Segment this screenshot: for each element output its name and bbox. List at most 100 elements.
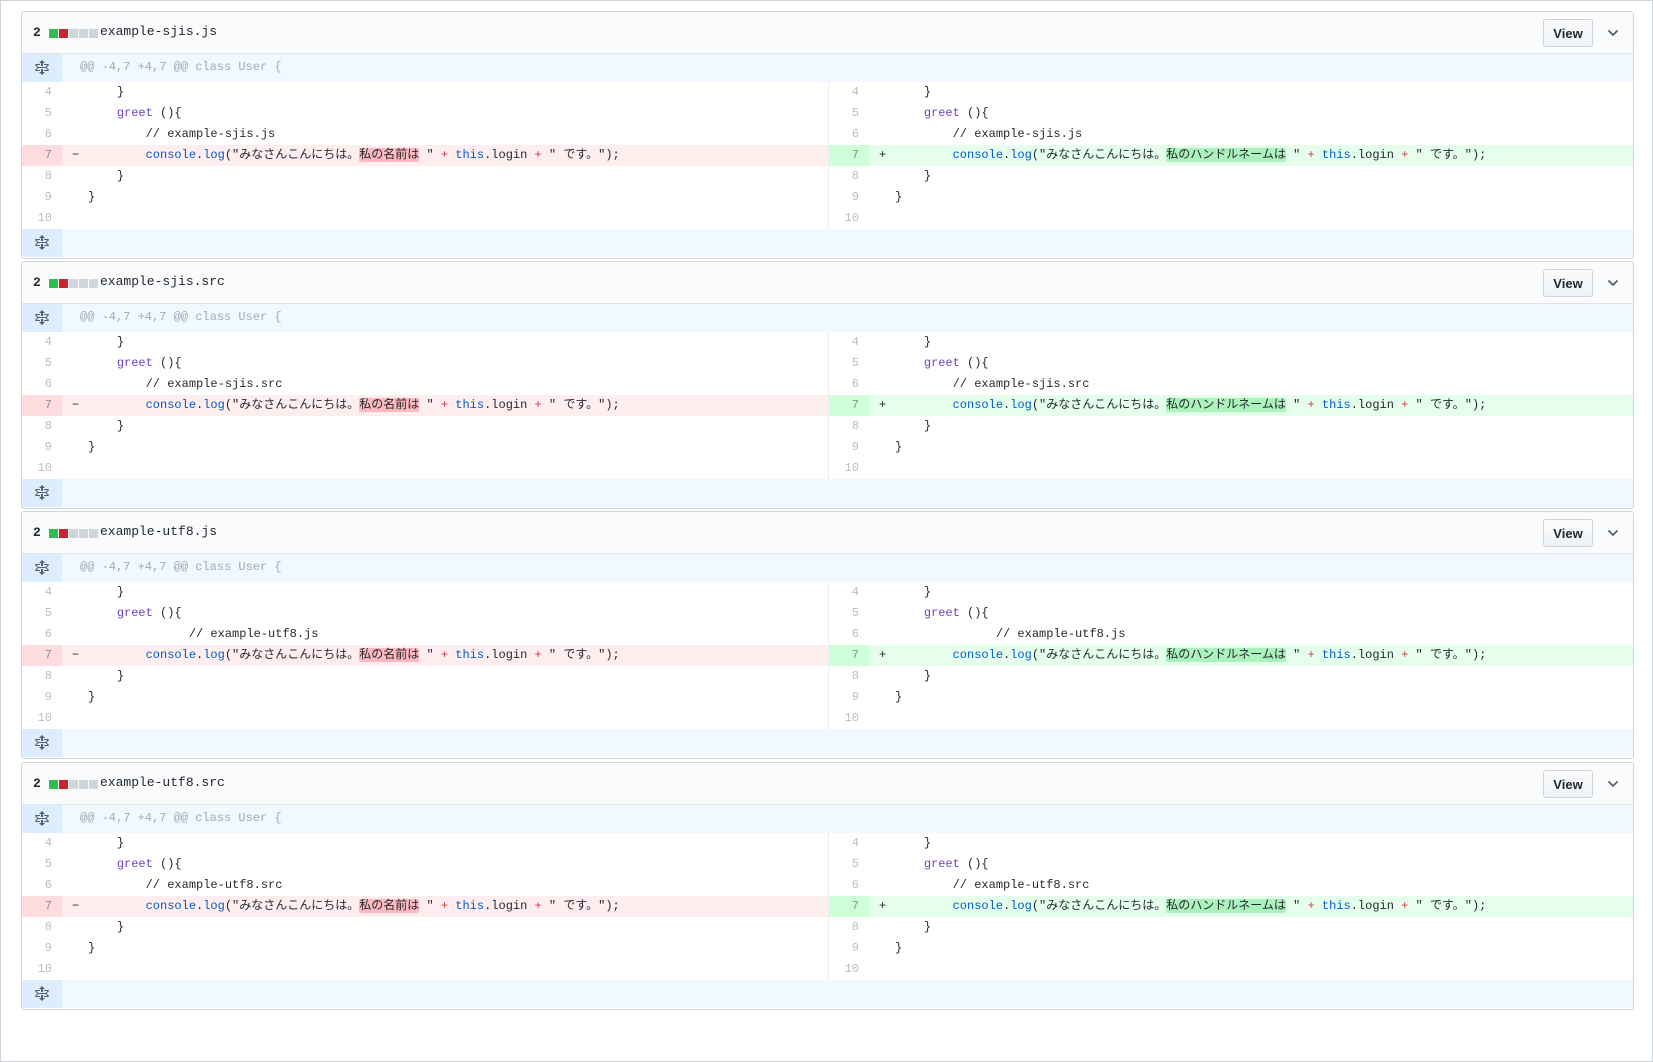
line-number[interactable]: 5 (829, 603, 869, 624)
file-name[interactable]: example-sjis.js (100, 24, 217, 39)
line-number[interactable]: 8 (22, 917, 62, 938)
line-number[interactable]: 10 (829, 458, 869, 479)
line-number[interactable]: 10 (22, 708, 62, 729)
expand-down-button[interactable] (22, 980, 62, 1008)
line-number[interactable]: 10 (829, 208, 869, 229)
line-number[interactable]: 10 (22, 458, 62, 479)
right-line: 8 } (828, 917, 1633, 938)
code-token: " (1285, 648, 1308, 662)
diff-row: 9} 9} (22, 437, 1633, 458)
code-token: } (116, 335, 125, 349)
hunk-header: @@ -4,7 +4,7 @@ class User { (22, 304, 1633, 332)
diff-row: 4 } 4 } (22, 82, 1633, 103)
line-number[interactable]: 10 (829, 959, 869, 980)
line-number[interactable]: 7 (22, 145, 62, 166)
line-number[interactable]: 10 (22, 959, 62, 980)
line-number[interactable]: 8 (829, 166, 869, 187)
line-number[interactable]: 4 (22, 82, 62, 103)
line-number[interactable]: 9 (22, 938, 62, 959)
code-token: " です。"); (541, 148, 620, 162)
line-number[interactable]: 6 (829, 374, 869, 395)
code-line: // example-utf8.src (895, 875, 1090, 896)
line-number[interactable]: 6 (22, 374, 62, 395)
line-number[interactable]: 8 (829, 917, 869, 938)
line-number[interactable]: 9 (829, 687, 869, 708)
line-number[interactable]: 6 (22, 875, 62, 896)
chevron-down-icon[interactable] (1605, 275, 1621, 291)
line-number[interactable]: 4 (22, 833, 62, 854)
left-line: 6 // example-utf8.js (22, 624, 828, 645)
line-number[interactable]: 5 (22, 603, 62, 624)
line-number[interactable]: 7 (829, 145, 869, 166)
code-token: } (116, 836, 125, 850)
line-number[interactable]: 8 (829, 416, 869, 437)
expand-up-button[interactable] (22, 54, 62, 82)
diff-file: 2 example-utf8.src View @@ -4,7 +4,7 @@ cla… (21, 762, 1634, 1010)
chevron-down-icon[interactable] (1605, 776, 1621, 792)
file-name[interactable]: example-utf8.js (100, 524, 217, 539)
code-token: } (895, 941, 903, 955)
code-token: ("みなさんこんにちは。 (1031, 648, 1167, 662)
line-number[interactable]: 7 (829, 645, 869, 666)
line-number[interactable]: 5 (829, 353, 869, 374)
line-number[interactable]: 5 (22, 854, 62, 875)
line-number[interactable]: 10 (22, 208, 62, 229)
line-number[interactable]: 9 (22, 437, 62, 458)
line-number[interactable]: 6 (829, 624, 869, 645)
line-number[interactable]: 5 (829, 854, 869, 875)
code-token: this (455, 398, 485, 412)
line-number[interactable]: 9 (829, 938, 869, 959)
line-number[interactable]: 7 (22, 896, 62, 917)
left-line: 10 (22, 959, 828, 980)
line-number[interactable]: 8 (22, 666, 62, 687)
expand-up-button[interactable] (22, 554, 62, 582)
expand-up-button[interactable] (22, 805, 62, 833)
line-number[interactable]: 4 (22, 332, 62, 353)
view-file-button[interactable]: View (1543, 269, 1593, 297)
line-number[interactable]: 7 (829, 896, 869, 917)
view-file-button[interactable]: View (1543, 519, 1593, 547)
line-number[interactable]: 9 (22, 687, 62, 708)
code-token: greet (923, 356, 960, 370)
line-number[interactable]: 4 (829, 332, 869, 353)
line-number[interactable]: 4 (829, 582, 869, 603)
expand-down-button[interactable] (22, 479, 62, 507)
code-token: greet (116, 106, 153, 120)
chevron-down-icon[interactable] (1605, 525, 1621, 541)
line-number[interactable]: 6 (829, 124, 869, 145)
diffstat-block-del (59, 780, 68, 789)
line-number[interactable]: 9 (22, 187, 62, 208)
code-token: " です。"); (1408, 899, 1487, 913)
right-line: 6 // example-utf8.src (828, 875, 1633, 896)
code-token: console (145, 899, 197, 913)
line-number[interactable]: 6 (22, 124, 62, 145)
line-number[interactable]: 6 (22, 624, 62, 645)
diff-row: 7− console.log("みなさんこんにちは。私の名前は " + this… (22, 395, 1633, 416)
chevron-down-icon[interactable] (1605, 25, 1621, 41)
view-file-button[interactable]: View (1543, 19, 1593, 47)
file-name[interactable]: example-sjis.src (100, 274, 225, 289)
line-number[interactable]: 7 (22, 395, 62, 416)
line-number[interactable]: 9 (829, 187, 869, 208)
line-number[interactable]: 9 (829, 437, 869, 458)
line-number[interactable]: 4 (22, 582, 62, 603)
line-number[interactable]: 10 (829, 708, 869, 729)
expand-up-button[interactable] (22, 304, 62, 332)
line-number[interactable]: 7 (22, 645, 62, 666)
line-number[interactable]: 8 (829, 666, 869, 687)
line-number[interactable]: 4 (829, 833, 869, 854)
file-name[interactable]: example-utf8.src (100, 775, 225, 790)
line-number[interactable]: 8 (22, 416, 62, 437)
line-number[interactable]: 5 (829, 103, 869, 124)
expand-down-button[interactable] (22, 229, 62, 257)
line-number[interactable]: 7 (829, 395, 869, 416)
view-file-button[interactable]: View (1543, 770, 1593, 798)
line-number[interactable]: 5 (22, 353, 62, 374)
line-number[interactable]: 4 (829, 82, 869, 103)
expand-down-button[interactable] (22, 729, 62, 757)
line-number[interactable]: 5 (22, 103, 62, 124)
diffstat-bar (49, 780, 98, 789)
line-number[interactable]: 8 (22, 166, 62, 187)
line-number[interactable]: 6 (829, 875, 869, 896)
